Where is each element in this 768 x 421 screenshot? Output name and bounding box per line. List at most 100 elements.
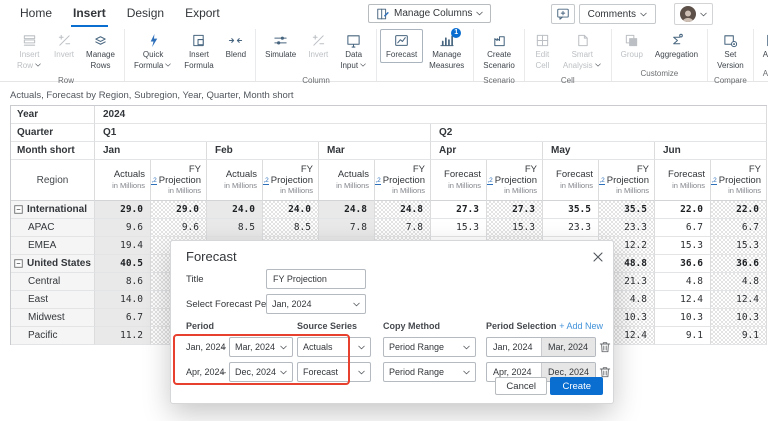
data-cell[interactable]: 14.0 bbox=[95, 291, 151, 309]
dimension-label-year[interactable]: Year bbox=[11, 106, 95, 124]
data-cell[interactable]: 19.4 bbox=[95, 237, 151, 255]
comments-button[interactable]: Comments bbox=[579, 4, 656, 24]
data-cell[interactable]: 35.5 bbox=[599, 201, 655, 219]
cancel-button[interactable]: Cancel bbox=[495, 377, 547, 395]
data-cell[interactable]: 29.0 bbox=[151, 201, 207, 219]
add-comment-button[interactable] bbox=[551, 4, 575, 24]
dimension-value-cell[interactable]: Jun bbox=[655, 142, 767, 160]
ribbon-button-forecast[interactable]: Forecast bbox=[380, 29, 423, 63]
ribbon-button-data-input[interactable]: DataInput bbox=[334, 29, 373, 74]
data-cell[interactable]: 15.3 bbox=[655, 237, 711, 255]
data-cell[interactable]: 22.0 bbox=[655, 201, 711, 219]
measure-header-actual[interactable]: Actualsin Millions bbox=[95, 160, 151, 201]
ribbon-button-insert-formula[interactable]: InsertFormula bbox=[178, 29, 219, 74]
ribbon-button-quick-formula[interactable]: QuickFormula bbox=[128, 29, 178, 74]
forecast-period-select[interactable]: Jan, 2024 bbox=[266, 294, 366, 314]
data-cell[interactable]: 36.6 bbox=[711, 255, 767, 273]
measure-header-actual[interactable]: Actualsin Millions bbox=[319, 160, 375, 201]
data-cell[interactable]: 15.3 bbox=[487, 219, 543, 237]
copy-method-select[interactable]: Period Range bbox=[383, 362, 476, 382]
row-header-emea[interactable]: EMEA bbox=[11, 237, 95, 255]
data-cell[interactable]: 10.3 bbox=[711, 309, 767, 327]
period-selection-from[interactable]: Jan, 2024 bbox=[487, 338, 541, 356]
dimension-value-cell[interactable]: 2024 bbox=[95, 106, 767, 124]
row-header-pacific[interactable]: Pacific bbox=[11, 327, 95, 345]
dimension-value-cell[interactable]: May bbox=[543, 142, 655, 160]
data-cell[interactable]: 9.1 bbox=[711, 327, 767, 345]
data-cell[interactable]: 7.8 bbox=[375, 219, 431, 237]
data-cell[interactable]: 11.2 bbox=[95, 327, 151, 345]
dimension-value-cell[interactable]: Mar bbox=[319, 142, 431, 160]
row-header-east[interactable]: East bbox=[11, 291, 95, 309]
dimension-label-quarter[interactable]: Quarter bbox=[11, 124, 95, 142]
measure-header-projection[interactable]: FY1,2Projectionin Millions bbox=[487, 160, 543, 201]
dimension-label-month-short[interactable]: Month short bbox=[11, 142, 95, 160]
dimension-value-cell[interactable]: Q2 bbox=[431, 124, 767, 142]
dimension-value-cell[interactable]: Jan bbox=[95, 142, 207, 160]
collapse-icon[interactable] bbox=[14, 259, 23, 268]
manage-columns-button[interactable]: Manage Columns bbox=[368, 4, 491, 23]
data-cell[interactable]: 22.0 bbox=[711, 201, 767, 219]
collapse-icon[interactable] bbox=[14, 205, 23, 214]
data-cell[interactable]: 12.4 bbox=[655, 291, 711, 309]
measure-header-forecast[interactable]: Forecastin Millions bbox=[655, 160, 711, 201]
source-series-select[interactable]: Actuals bbox=[297, 337, 371, 357]
data-cell[interactable]: 6.7 bbox=[711, 219, 767, 237]
data-cell[interactable]: 8.5 bbox=[207, 219, 263, 237]
measure-header-forecast[interactable]: Forecastin Millions bbox=[543, 160, 599, 201]
close-icon[interactable] bbox=[592, 250, 604, 262]
data-cell[interactable]: 8.6 bbox=[95, 273, 151, 291]
data-cell[interactable]: 24.8 bbox=[319, 201, 375, 219]
data-cell[interactable]: 9.1 bbox=[655, 327, 711, 345]
data-cell[interactable]: 15.3 bbox=[711, 237, 767, 255]
row-header-midwest[interactable]: Midwest bbox=[11, 309, 95, 327]
add-new-link[interactable]: + Add New bbox=[559, 321, 603, 331]
data-cell[interactable]: 24.0 bbox=[207, 201, 263, 219]
period-to-select[interactable]: Mar, 2024 bbox=[229, 337, 293, 357]
data-cell[interactable]: 6.7 bbox=[95, 309, 151, 327]
ribbon-button-blend[interactable]: Blend bbox=[220, 29, 252, 63]
data-cell[interactable]: 35.5 bbox=[543, 201, 599, 219]
measure-header-projection[interactable]: FY1,2Projectionin Millions bbox=[375, 160, 431, 201]
period-selection-range[interactable]: Jan, 2024 Mar, 2024 bbox=[486, 337, 596, 357]
row-header-international[interactable]: International bbox=[11, 201, 95, 219]
period-to-select[interactable]: Dec, 2024 bbox=[229, 362, 293, 382]
data-cell[interactable]: 4.8 bbox=[655, 273, 711, 291]
data-cell[interactable]: 6.7 bbox=[655, 219, 711, 237]
data-cell[interactable]: 12.4 bbox=[711, 291, 767, 309]
profile-menu-button[interactable] bbox=[674, 3, 713, 25]
row-header-central[interactable]: Central bbox=[11, 273, 95, 291]
data-cell[interactable]: 9.6 bbox=[151, 219, 207, 237]
data-cell[interactable]: 23.3 bbox=[543, 219, 599, 237]
ribbon-button-audit[interactable]: Audit bbox=[757, 29, 768, 63]
tab-design[interactable]: Design bbox=[125, 0, 166, 27]
create-button[interactable]: Create bbox=[550, 377, 603, 395]
data-cell[interactable]: 15.3 bbox=[431, 219, 487, 237]
ribbon-button-manage-measures[interactable]: 1ManageMeasures bbox=[423, 29, 470, 74]
data-cell[interactable]: 36.6 bbox=[655, 255, 711, 273]
tab-export[interactable]: Export bbox=[183, 0, 222, 27]
data-cell[interactable]: 9.6 bbox=[95, 219, 151, 237]
row-header-apac[interactable]: APAC bbox=[11, 219, 95, 237]
measure-header-projection[interactable]: FY1,2Projectionin Millions bbox=[263, 160, 319, 201]
tab-insert[interactable]: Insert bbox=[71, 0, 108, 27]
dimension-value-cell[interactable]: Q1 bbox=[95, 124, 431, 142]
measure-header-projection[interactable]: FY1,2Projectionin Millions bbox=[151, 160, 207, 201]
region-corner-header[interactable]: Region bbox=[11, 160, 95, 201]
source-series-select[interactable]: Forecast bbox=[297, 362, 371, 382]
measure-header-forecast[interactable]: Forecastin Millions bbox=[431, 160, 487, 201]
data-cell[interactable]: 8.5 bbox=[263, 219, 319, 237]
data-cell[interactable]: 27.3 bbox=[487, 201, 543, 219]
dimension-value-cell[interactable]: Feb bbox=[207, 142, 319, 160]
ribbon-button-simulate[interactable]: Simulate bbox=[259, 29, 302, 63]
ribbon-button-manage-rows[interactable]: ManageRows bbox=[80, 29, 121, 74]
data-cell[interactable]: 10.3 bbox=[655, 309, 711, 327]
dimension-value-cell[interactable]: Apr bbox=[431, 142, 543, 160]
data-cell[interactable]: 40.5 bbox=[95, 255, 151, 273]
row-header-united-states[interactable]: United States bbox=[11, 255, 95, 273]
delete-row-button[interactable] bbox=[599, 340, 612, 354]
ribbon-button-aggregation[interactable]: Aggregation bbox=[649, 29, 704, 63]
tab-home[interactable]: Home bbox=[18, 0, 54, 27]
measure-header-projection[interactable]: FY1,2Projectionin Millions bbox=[711, 160, 767, 201]
data-cell[interactable]: 27.3 bbox=[431, 201, 487, 219]
